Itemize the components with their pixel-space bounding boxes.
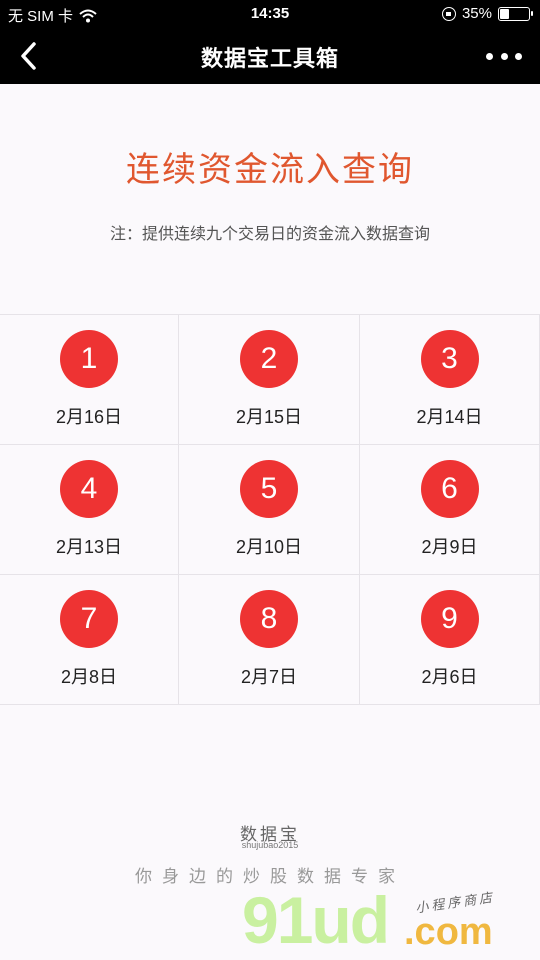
day-date: 2月10日 — [235, 537, 303, 557]
day-cell[interactable]: 7 2月8日 — [0, 575, 179, 705]
status-right: 35% — [441, 5, 533, 22]
day-cell[interactable]: 3 2月14日 — [360, 315, 540, 445]
day-date: 2月9日 — [421, 537, 478, 557]
day-number-badge: 7 — [60, 590, 118, 648]
battery-icon — [498, 6, 533, 21]
more-dot — [500, 52, 508, 60]
more-dot — [486, 52, 493, 60]
day-number-badge: 8 — [240, 590, 298, 648]
day-number-badge: 4 — [60, 460, 118, 518]
day-cell[interactable]: 2 2月15日 — [179, 315, 360, 445]
status-bar: 无 SIM 卡 14:35 35% — [0, 0, 540, 28]
day-date: 2月15日 — [235, 407, 303, 427]
more-icon[interactable] — [486, 44, 522, 68]
day-cell[interactable]: 5 2月10日 — [179, 445, 360, 575]
day-cell[interactable]: 9 2月6日 — [360, 575, 540, 705]
day-cell[interactable]: 6 2月9日 — [360, 445, 540, 575]
day-date: 2月16日 — [55, 407, 123, 427]
day-number-badge: 2 — [240, 330, 298, 388]
day-grid: 1 2月16日 2 2月15日 3 2月14日 4 2月13日 5 2月10日 6 2月9日… — [0, 314, 540, 705]
watermark-suffix: .com — [404, 911, 493, 953]
orientation-lock-icon — [441, 6, 456, 21]
footer-brand-sub: shujubao2015 — [241, 840, 299, 850]
day-date: 2月8日 — [60, 667, 118, 687]
day-cell[interactable]: 8 2月7日 — [179, 575, 360, 705]
day-date: 2月7日 — [240, 667, 298, 687]
day-number-badge: 1 — [60, 330, 118, 388]
battery-percent: 35% — [461, 5, 492, 22]
page-note: 注：提供连续九个交易日的资金流入数据查询 — [109, 226, 430, 243]
battery-fill — [500, 8, 510, 19]
page-title: 连续资金流入查询 — [126, 151, 414, 189]
day-cell[interactable]: 4 2月13日 — [0, 445, 179, 575]
day-number-badge: 6 — [420, 460, 479, 518]
nav-title: 数据宝工具箱 — [200, 46, 339, 71]
day-date: 2月13日 — [55, 537, 123, 557]
nav-bar: 数据宝工具箱 — [0, 28, 540, 84]
day-number-badge: 3 — [420, 330, 479, 388]
day-date: 2月6日 — [421, 667, 478, 687]
day-cell[interactable]: 1 2月16日 — [0, 315, 179, 445]
watermark-logo: 91ud — [242, 883, 390, 957]
more-dot — [515, 52, 522, 60]
day-number-badge: 9 — [420, 590, 479, 648]
day-number-badge: 5 — [240, 460, 298, 518]
day-date: 2月14日 — [416, 407, 483, 427]
